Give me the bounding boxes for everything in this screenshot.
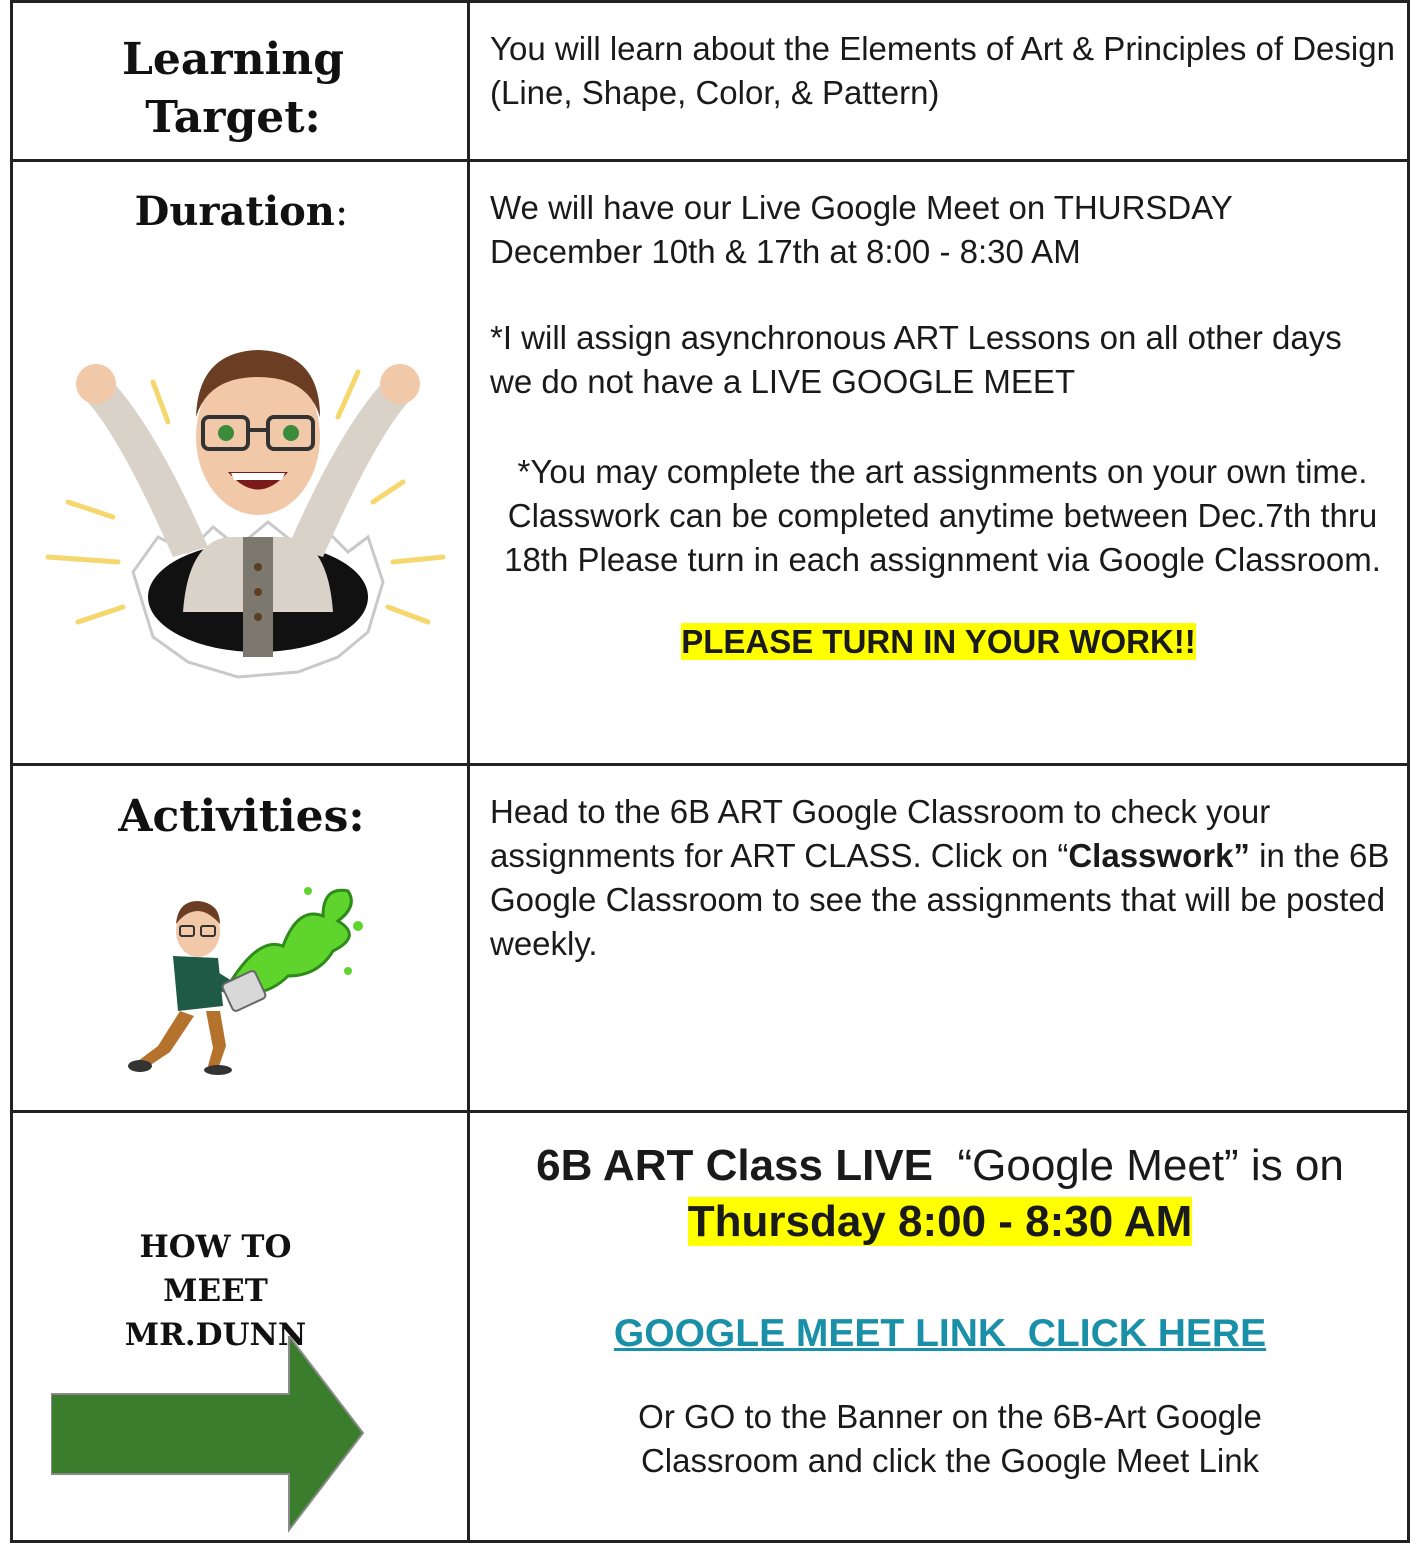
duration-content: We will have our Live Google Meet on THU… xyxy=(470,162,1407,763)
bitmoji-paint-icon xyxy=(128,887,363,1075)
meet-title-bold: 6B ART Class LIVE xyxy=(536,1141,934,1190)
learning-target-heading: Learning Target: xyxy=(121,34,345,143)
activities-content: Head to the 6B ART Google Classroom to c… xyxy=(470,766,1407,1110)
duration-schedule-text: We will have our Live Google Meet on THU… xyxy=(490,189,1233,270)
learning-target-content: You will learn about the Elements of Art… xyxy=(470,3,1407,159)
lesson-table: Learning Target: You will learn about th… xyxy=(10,0,1410,1543)
row-duration: Duration: We will have our Live Google M… xyxy=(10,162,1410,766)
duration-cell: Duration: xyxy=(13,162,470,763)
turn-in-work-text: PLEASE TURN IN YOUR WORK!! xyxy=(470,622,1407,662)
row-activities: Activities: Head to the 6B ART Google Cl… xyxy=(10,766,1410,1113)
learning-target-cell: Learning Target: xyxy=(13,3,470,159)
duration-complete-text: *You may complete the art assignments on… xyxy=(504,453,1381,578)
activities-cell: Activities: xyxy=(13,766,470,1110)
meet-title-rest: “Google Meet” is on xyxy=(933,1141,1344,1190)
google-meet-link[interactable]: GOOGLE MEET LINK CLICK HERE xyxy=(614,1312,1266,1355)
activities-text: Head to the 6B ART Google Classroom to c… xyxy=(490,790,1405,966)
meet-note: Or GO to the Banner on the 6B-Art Google… xyxy=(638,1398,1262,1479)
learning-target-text: You will learn about the Elements of Art… xyxy=(490,30,1395,111)
duration-async-text: *I will assign asynchronous ART Lessons … xyxy=(490,319,1342,400)
meet-content: 6B ART Class LIVE “Google Meet” is on Th… xyxy=(470,1113,1407,1540)
meet-heading-line-1: HOW TO xyxy=(139,1229,292,1265)
duration-heading-colon: : xyxy=(334,189,349,235)
meet-heading-line-2: MEET xyxy=(163,1273,268,1309)
meet-cell: HOW TO MEET MR.DUNN xyxy=(13,1113,470,1540)
meet-title: 6B ART Class LIVE “Google Meet” is on xyxy=(470,1139,1410,1193)
green-arrow-icon xyxy=(51,1336,365,1533)
duration-heading-word: Duration xyxy=(134,188,335,235)
row-learning-target: Learning Target: You will learn about th… xyxy=(10,0,1410,162)
activities-heading: Activities: xyxy=(118,791,365,842)
activities-classwork-bold: Classwork” xyxy=(1068,837,1250,874)
bitmoji-cheer-icon xyxy=(45,350,446,679)
turn-in-work-highlight: PLEASE TURN IN YOUR WORK!! xyxy=(681,623,1196,660)
meet-link-wrap: GOOGLE MEET LINK CLICK HERE xyxy=(470,1309,1410,1359)
meet-time-highlight: Thursday 8:00 - 8:30 AM xyxy=(687,1197,1193,1246)
meet-time: Thursday 8:00 - 8:30 AM xyxy=(470,1195,1410,1249)
duration-heading: Duration: xyxy=(13,184,470,240)
row-meet: HOW TO MEET MR.DUNN 6B ART Class LIVE “G… xyxy=(10,1113,1410,1543)
